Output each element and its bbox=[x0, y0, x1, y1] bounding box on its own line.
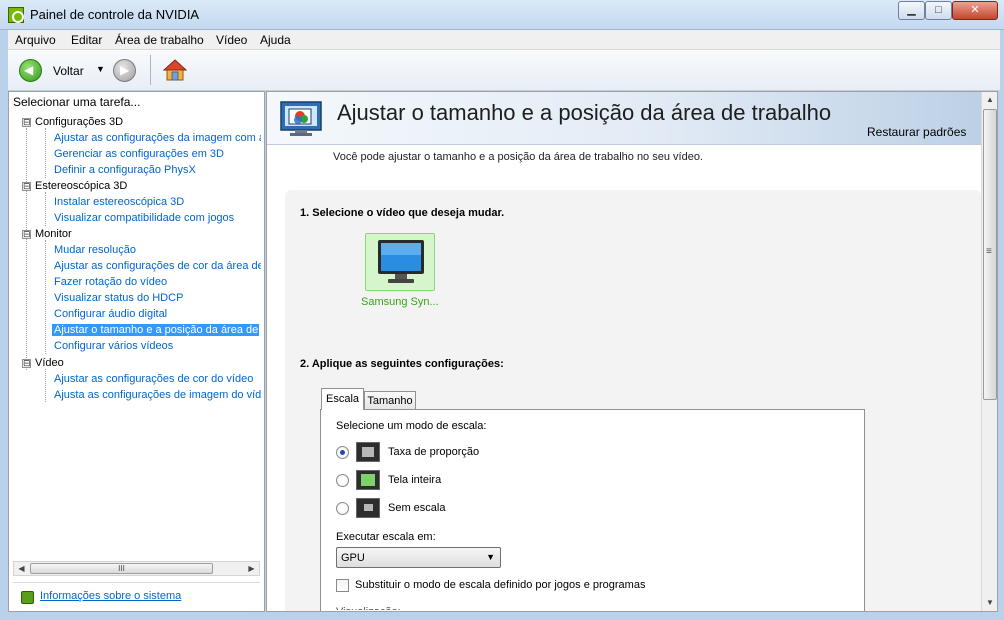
title-bar: Painel de controle da NVIDIA ▁ □ ✕ bbox=[0, 0, 1004, 30]
home-icon[interactable] bbox=[162, 58, 188, 82]
task-panel-heading: Selecionar uma tarefa... bbox=[13, 95, 141, 109]
full-screen-radio[interactable] bbox=[336, 474, 349, 487]
restore-defaults-link[interactable]: Restaurar padrões bbox=[867, 125, 966, 139]
scroll-left-icon[interactable]: ◀ bbox=[14, 562, 29, 575]
scroll-right-icon[interactable]: ▶ bbox=[244, 562, 259, 575]
tree-item-game-compat[interactable]: Visualizar compatibilidade com jogos bbox=[54, 212, 234, 224]
settings-area: 1. Selecione o vídeo que deseja mudar. S… bbox=[285, 190, 981, 611]
toolbar-divider bbox=[150, 55, 151, 85]
no-scaling-radio[interactable] bbox=[336, 502, 349, 515]
tab-escala[interactable]: Escala bbox=[321, 388, 364, 410]
desktop-display-icon bbox=[279, 100, 327, 138]
no-scaling-icon bbox=[356, 498, 380, 518]
menu-video[interactable]: Vídeo bbox=[216, 33, 247, 47]
perform-scaling-value: GPU bbox=[341, 552, 365, 564]
horizontal-scrollbar[interactable]: ◀ III ▶ bbox=[13, 561, 260, 576]
scaling-tab-panel: Selecione um modo de escala: Taxa de pro… bbox=[320, 409, 865, 611]
back-arrow-icon[interactable] bbox=[19, 59, 42, 82]
tree-item-manage-3d[interactable]: Gerenciar as configurações em 3D bbox=[54, 148, 224, 160]
system-info-area: Informações sobre o sistema bbox=[13, 582, 260, 608]
tree-category-label: Estereoscópica 3D bbox=[35, 180, 128, 192]
display-name: Samsung Syn... bbox=[361, 296, 439, 308]
full-screen-label: Tela inteira bbox=[388, 474, 442, 486]
chevron-down-icon: ▼ bbox=[486, 552, 495, 562]
maximize-button[interactable]: □ bbox=[925, 1, 952, 20]
content-panel: Ajustar o tamanho e a posição da área de… bbox=[266, 91, 998, 612]
scroll-up-icon[interactable]: ▲ bbox=[982, 92, 997, 108]
preview-label: Visualização: bbox=[336, 606, 401, 610]
tree-item-video-color[interactable]: Ajustar as configurações de cor do vídeo bbox=[54, 373, 253, 385]
tree-connector bbox=[26, 128, 27, 370]
tree-connector bbox=[45, 128, 46, 178]
tree-item-rotate-display[interactable]: Fazer rotação do vídeo bbox=[54, 276, 167, 288]
display-tile[interactable] bbox=[365, 233, 435, 291]
collapse-icon[interactable]: ⊟ bbox=[22, 229, 31, 239]
override-scaling-checkbox[interactable] bbox=[336, 579, 349, 592]
back-history-dropdown[interactable]: ▼ bbox=[96, 64, 105, 74]
tree-item-physx[interactable]: Definir a configuração PhysX bbox=[54, 164, 196, 176]
tree-item-install-stereo[interactable]: Instalar estereoscópica 3D bbox=[54, 196, 184, 208]
system-info-link[interactable]: Informações sobre o sistema bbox=[40, 590, 181, 602]
collapse-icon[interactable]: ⊟ bbox=[22, 358, 31, 368]
collapse-icon[interactable]: ⊟ bbox=[22, 181, 31, 191]
menu-ajuda[interactable]: Ajuda bbox=[260, 33, 291, 47]
back-button-label[interactable]: Voltar bbox=[53, 64, 84, 78]
step2-heading: 2. Aplique as seguintes configurações: bbox=[300, 358, 504, 370]
monitor-icon bbox=[378, 240, 424, 283]
menu-arquivo[interactable]: Arquivo bbox=[15, 33, 56, 47]
tree-category-label: Configurações 3D bbox=[35, 116, 124, 128]
close-button[interactable]: ✕ bbox=[952, 1, 998, 20]
override-scaling-label: Substituir o modo de escala definido por… bbox=[355, 579, 646, 591]
vertical-scrollbar[interactable]: ▲ ▼ bbox=[981, 92, 997, 611]
aspect-ratio-icon bbox=[356, 442, 380, 462]
task-panel: Selecionar uma tarefa... ⊟ Configurações … bbox=[8, 91, 265, 612]
tree-category-label: Monitor bbox=[35, 228, 72, 240]
tab-tamanho[interactable]: Tamanho bbox=[364, 391, 416, 410]
aspect-ratio-label: Taxa de proporção bbox=[388, 446, 480, 458]
tree-category-stereoscopic[interactable]: ⊟ Estereoscópica 3D bbox=[22, 180, 127, 192]
menu-area-de-trabalho[interactable]: Área de trabalho bbox=[115, 33, 204, 47]
minimize-button[interactable]: ▁ bbox=[898, 1, 925, 20]
tree-connector bbox=[45, 369, 46, 402]
tree-item-digital-audio[interactable]: Configurar áudio digital bbox=[54, 308, 167, 320]
no-scaling-label: Sem escala bbox=[388, 502, 446, 514]
scroll-down-icon[interactable]: ▼ bbox=[982, 595, 997, 611]
tree-item-multiple-displays[interactable]: Configurar vários vídeos bbox=[54, 340, 173, 352]
step1-heading: 1. Selecione o vídeo que deseja mudar. bbox=[300, 207, 505, 219]
scroll-thumb[interactable] bbox=[983, 109, 997, 400]
toolbar: Voltar ▼ bbox=[8, 50, 1000, 91]
scaling-mode-heading: Selecione um modo de escala: bbox=[336, 420, 487, 432]
menu-editar[interactable]: Editar bbox=[71, 33, 102, 47]
nvidia-app-icon bbox=[8, 7, 24, 23]
tree-item-change-resolution[interactable]: Mudar resolução bbox=[54, 244, 136, 256]
tree-item-image-settings[interactable]: Ajustar as configurações da imagem com a bbox=[54, 132, 261, 144]
tree-item-desktop-size-position[interactable]: Ajustar o tamanho e a posição da área de bbox=[52, 324, 259, 336]
tree-item-hdcp-status[interactable]: Visualizar status do HDCP bbox=[54, 292, 183, 304]
scroll-thumb[interactable]: III bbox=[30, 563, 213, 574]
tree-category-monitor[interactable]: ⊟ Monitor bbox=[22, 228, 72, 240]
tree-connector bbox=[45, 240, 46, 354]
full-screen-icon bbox=[356, 470, 380, 490]
perform-scaling-select[interactable]: GPU ▼ bbox=[336, 547, 501, 568]
collapse-icon[interactable]: ⊟ bbox=[22, 117, 31, 127]
aspect-ratio-radio[interactable] bbox=[336, 446, 349, 459]
tree-category-video[interactable]: ⊟ Vídeo bbox=[22, 357, 64, 369]
perform-scaling-label: Executar escala em: bbox=[336, 531, 436, 543]
tree-category-label: Vídeo bbox=[35, 357, 64, 369]
nvidia-info-icon bbox=[21, 591, 34, 604]
tree-item-video-image[interactable]: Ajusta as configurações de imagem do víd… bbox=[54, 389, 261, 401]
tree-category-3d-settings[interactable]: ⊟ Configurações 3D bbox=[22, 116, 123, 128]
tree-item-desktop-color[interactable]: Ajustar as configurações de cor da área … bbox=[54, 260, 261, 272]
window-title: Painel de controle da NVIDIA bbox=[30, 7, 200, 22]
tree-connector bbox=[45, 192, 46, 226]
task-tree: ⊟ Configurações 3D Ajustar as configuraçõ… bbox=[9, 114, 264, 566]
page-title: Ajustar o tamanho e a posição da área de… bbox=[337, 100, 832, 125]
menu-bar: Arquivo Editar Área de trabalho Vídeo Aj… bbox=[8, 30, 1000, 50]
forward-arrow-icon[interactable] bbox=[113, 59, 136, 82]
page-description: Você pode ajustar o tamanho e a posição … bbox=[333, 151, 703, 163]
page-banner: Ajustar o tamanho e a posição da área de… bbox=[267, 92, 981, 145]
